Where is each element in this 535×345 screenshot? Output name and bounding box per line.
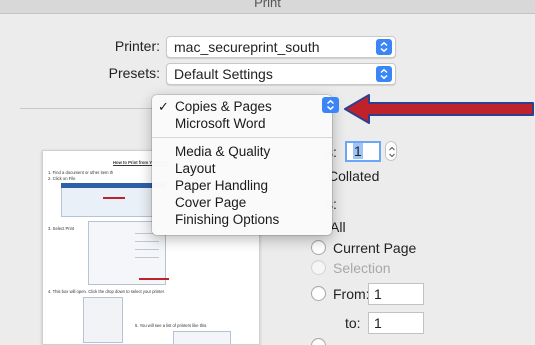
menu-item-label: Paper Handling xyxy=(175,178,269,193)
preview-arrow-2 xyxy=(139,278,169,280)
section-popup-stepper-icon[interactable] xyxy=(322,97,339,113)
menu-item-finishing-options[interactable]: Finishing Options xyxy=(152,211,332,228)
section-divider xyxy=(20,108,155,109)
selection-radio[interactable] xyxy=(311,260,326,275)
presets-popup[interactable]: Default Settings xyxy=(166,63,396,85)
to-label: to: xyxy=(345,315,361,331)
menu-item-paper-handling[interactable]: Paper Handling xyxy=(152,177,332,194)
preview-screenshot-1 xyxy=(61,183,166,217)
preview-arrow-1 xyxy=(103,197,125,199)
current-page-radio[interactable] xyxy=(311,240,326,255)
window-title: Print xyxy=(254,0,281,10)
menu-item-cover-page[interactable]: Cover Page xyxy=(152,194,332,211)
preview-step-2: 2. Click on File xyxy=(48,176,76,181)
menu-item-label: Finishing Options xyxy=(175,212,280,227)
presets-label: Presets: xyxy=(108,65,160,81)
presets-popup-stepper-icon xyxy=(376,66,392,82)
preview-menu-line xyxy=(135,249,159,250)
annotation-arrow-icon xyxy=(344,94,534,124)
copies-value: 1 xyxy=(353,143,363,159)
menu-item-microsoft-word[interactable]: Microsoft Word xyxy=(152,115,332,132)
printer-value: mac_secureprint_south xyxy=(174,39,320,55)
printer-popup[interactable]: mac_secureprint_south xyxy=(166,36,396,58)
menu-item-label: Layout xyxy=(175,161,216,176)
checkmark-icon: ✓ xyxy=(158,99,169,114)
preview-menu-line xyxy=(135,241,159,242)
preview-step-1: 1. Find a document or other item th xyxy=(48,170,114,175)
from-input[interactable]: 1 xyxy=(368,283,424,305)
preview-step-5: 5. You will see a list of printers like … xyxy=(135,323,208,328)
preview-screenshot-4 xyxy=(173,331,231,344)
from-radio[interactable] xyxy=(311,286,326,301)
copies-input[interactable]: 1 xyxy=(345,141,381,162)
preview-menu-line xyxy=(135,257,159,258)
page-range-radio[interactable] xyxy=(311,338,326,345)
copies-stepper[interactable] xyxy=(385,141,397,161)
to-input[interactable]: 1 xyxy=(368,312,424,334)
preview-ribbon xyxy=(61,183,166,188)
printer-popup-stepper-icon xyxy=(376,39,392,55)
section-dropdown-menu: ✓ Copies & Pages Microsoft Word Media & … xyxy=(152,95,332,235)
menu-item-layout[interactable]: Layout xyxy=(152,160,332,177)
menu-item-copies-pages[interactable]: ✓ Copies & Pages xyxy=(152,98,332,115)
preview-screenshot-3 xyxy=(83,297,123,343)
menu-item-label: Cover Page xyxy=(175,195,247,210)
presets-value: Default Settings xyxy=(174,66,273,82)
menu-separator xyxy=(152,137,332,138)
window-titlebar: Print xyxy=(0,0,535,14)
pages-all-label: All xyxy=(330,219,346,235)
menu-item-label: Media & Quality xyxy=(175,144,271,159)
selection-label: Selection xyxy=(333,260,391,276)
menu-item-label: Microsoft Word xyxy=(175,116,266,131)
current-page-label: Current Page xyxy=(333,240,417,256)
collated-label: Collated xyxy=(328,168,380,184)
from-label: From: xyxy=(333,286,370,302)
printer-label: Printer: xyxy=(114,38,160,54)
menu-item-media-quality[interactable]: Media & Quality xyxy=(152,143,332,160)
preview-step-3: 3. Select Print xyxy=(48,226,75,231)
menu-item-label: Copies & Pages xyxy=(175,99,272,114)
preview-step-4: 4. This box will open. Click the drop do… xyxy=(48,289,165,294)
